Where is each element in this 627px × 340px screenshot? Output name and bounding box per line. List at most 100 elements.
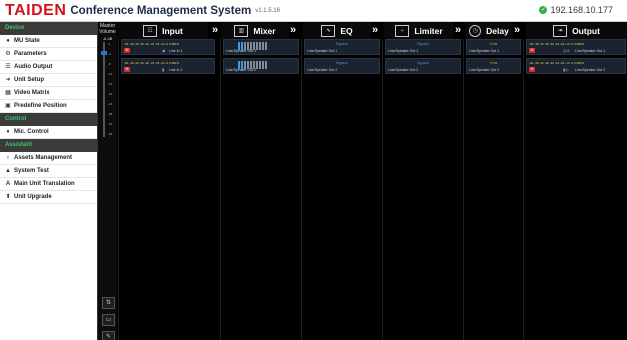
mixer-card[interactable]: Line/Speaker Out 1 bbox=[223, 39, 299, 55]
info-icon: ● bbox=[6, 38, 10, 44]
column-header-input: ☷ Input bbox=[118, 22, 208, 39]
mute-button[interactable]: M bbox=[124, 67, 130, 72]
channel-knob-icon: ◉ bbox=[162, 48, 166, 53]
app-title: Conference Management System bbox=[70, 4, 252, 17]
sidebar-item-unit-upgrade[interactable]: ⬆ Unit Upgrade bbox=[0, 191, 97, 204]
eq-output-label: Line/Speaker Out 2 bbox=[307, 68, 338, 72]
sidebar-item-mu-state[interactable]: ● MU State bbox=[0, 35, 97, 48]
channel-fader-icon: ▮ bbox=[162, 67, 165, 72]
mute-button[interactable]: M bbox=[529, 48, 535, 53]
channel-knob-icon: ▮◎ bbox=[563, 67, 569, 72]
microphone-icon: ♦ bbox=[6, 129, 10, 135]
input-column: -54 -48 -42 -36 -30 -24 -18 -12 -6 0 dBF… bbox=[118, 39, 216, 340]
taiden-logo: TAIDEN bbox=[5, 1, 67, 19]
mute-button[interactable]: M bbox=[529, 67, 535, 72]
column-header-eq: ∿ EQ bbox=[303, 22, 371, 39]
arrow-icon: ➜ bbox=[5, 77, 11, 83]
mixer-column: Line/Speaker Out 1 Line/Speaker Out 2 bbox=[220, 39, 300, 340]
title-bar: TAIDEN Conference Management System v1.1… bbox=[0, 0, 627, 22]
level-meter: -54 -48 -42 -36 -30 -24 -18 -12 -6 0 dBF… bbox=[529, 61, 584, 65]
connection-status: ✓ 192.168.10.177 bbox=[539, 5, 613, 15]
input-channel-card[interactable]: -54 -48 -42 -36 -30 -24 -18 -12 -6 0 dBF… bbox=[121, 58, 215, 74]
mixer-output-label: Line/Speaker Out 1 bbox=[226, 49, 257, 53]
limiter-output-label: Line/Speaker Out 2 bbox=[388, 68, 419, 72]
delay-column: 0 ms Line/Speaker Out 1 0 ms Line/Speake… bbox=[463, 39, 522, 340]
chevron-right-icon: » bbox=[212, 24, 219, 36]
tick-label: -12 bbox=[108, 72, 113, 76]
delay-card[interactable]: 0 ms Line/Speaker Out 2 bbox=[466, 58, 521, 74]
limiter-icon: ⌐ bbox=[395, 24, 410, 37]
sidebar-item-predefine-position[interactable]: ▣ Predefine Position bbox=[0, 100, 97, 113]
output-channel-card[interactable]: -54 -48 -42 -36 -30 -24 -18 -12 -6 0 dBF… bbox=[526, 58, 626, 74]
section-assistant: Assistant bbox=[0, 139, 97, 152]
tick-label: -16 bbox=[108, 82, 113, 86]
wrench-icon: ✎ bbox=[105, 334, 112, 340]
sidebar-item-unit-setup[interactable]: ➜ Unit Setup bbox=[0, 74, 97, 87]
section-device: Device bbox=[0, 22, 97, 35]
level-meter: -54 -48 -42 -36 -30 -24 -18 -12 -6 0 dBF… bbox=[529, 42, 584, 46]
limiter-state: Bypass bbox=[417, 42, 429, 46]
tick-label: -32 bbox=[108, 122, 113, 126]
sidebar-item-assets-management[interactable]: ♁ Assets Management bbox=[0, 152, 97, 165]
translate-icon: A bbox=[5, 181, 11, 187]
tick-label: -4 bbox=[108, 52, 111, 56]
eq-column: Bypass Line/Speaker Out 1 Bypass Line/Sp… bbox=[301, 39, 381, 340]
sidebar-item-video-matrix[interactable]: ▦ Video Matrix bbox=[0, 87, 97, 100]
master-volume-slider[interactable]: 0 -4 -8 -12 -16 -20 -24 -28 -32 -36 bbox=[100, 42, 116, 137]
master-volume-db: -8 dB bbox=[102, 36, 113, 41]
app-version: v1.1.5.16 bbox=[255, 7, 280, 14]
ip-address: 192.168.10.177 bbox=[550, 5, 613, 15]
master-volume-label: Master Volume bbox=[99, 23, 116, 35]
master-volume-knob[interactable] bbox=[101, 51, 107, 56]
input-icon: ☷ bbox=[143, 24, 158, 37]
column-header-delay: ◷ Delay bbox=[465, 22, 513, 39]
eq-output-label: Line/Speaker Out 1 bbox=[307, 49, 338, 53]
input-channel-label: Line In 1 bbox=[169, 49, 183, 53]
eq-icon: ∿ bbox=[321, 24, 336, 37]
tick-label: -8 bbox=[108, 62, 111, 66]
clock-icon: ◷ bbox=[469, 24, 482, 37]
sliders-icon: ☰ bbox=[5, 64, 11, 70]
grid-icon: ▦ bbox=[5, 90, 11, 96]
delay-value: 0 ms bbox=[489, 42, 498, 46]
location-pin-icon: ♁ bbox=[5, 155, 11, 161]
eq-card[interactable]: Bypass Line/Speaker Out 2 bbox=[304, 58, 380, 74]
input-channel-card[interactable]: -54 -48 -42 -36 -30 -24 -18 -12 -6 0 dBF… bbox=[121, 39, 215, 55]
column-header-mixer: ▥ Mixer bbox=[221, 22, 289, 39]
delay-value: 0 ms bbox=[489, 61, 498, 65]
channel-knob-icon: ◎◎ bbox=[563, 48, 570, 53]
output-channel-card[interactable]: -54 -48 -42 -36 -30 -24 -18 -12 -6 0 dBF… bbox=[526, 39, 626, 55]
delay-card[interactable]: 0 ms Line/Speaker Out 1 bbox=[466, 39, 521, 55]
output-column: -54 -48 -42 -36 -30 -24 -18 -12 -6 0 dBF… bbox=[523, 39, 627, 340]
sidebar-item-audio-output[interactable]: ☰ Audio Output bbox=[0, 61, 97, 74]
tick-label: -36 bbox=[108, 132, 113, 136]
upload-icon: ⬆ bbox=[5, 194, 11, 200]
limiter-output-label: Line/Speaker Out 1 bbox=[388, 49, 419, 53]
mixer-card[interactable]: Line/Speaker Out 2 bbox=[223, 58, 299, 74]
eq-card[interactable]: Bypass Line/Speaker Out 1 bbox=[304, 39, 380, 55]
chevron-right-icon: » bbox=[372, 24, 379, 36]
tick-label: -24 bbox=[108, 102, 113, 106]
test-icon: ▲ bbox=[5, 168, 11, 174]
import-button[interactable]: ⇅ bbox=[102, 297, 115, 309]
column-header-limiter: ⌐ Limiter bbox=[384, 22, 454, 39]
sidebar-item-mic-control[interactable]: ♦ Mic. Control bbox=[0, 126, 97, 139]
sidebar-item-main-unit-translation[interactable]: A Main Unit Translation bbox=[0, 178, 97, 191]
sidebar-item-parameters[interactable]: ⚙ Parameters bbox=[0, 48, 97, 61]
sidebar-item-system-test[interactable]: ▲ System Test bbox=[0, 165, 97, 178]
limiter-card[interactable]: Bypass Line/Speaker Out 2 bbox=[385, 58, 461, 74]
mute-button[interactable]: M bbox=[124, 48, 130, 53]
chevron-right-icon: » bbox=[455, 24, 462, 36]
limiter-state: Bypass bbox=[417, 61, 429, 65]
settings-button[interactable]: ✎ bbox=[102, 331, 115, 340]
master-volume-panel: Master Volume -8 dB 0 -4 -8 -12 -16 -20 … bbox=[97, 22, 117, 340]
chevron-right-icon: » bbox=[514, 24, 521, 36]
output-channel-label: Line/Speaker Out 1 bbox=[575, 49, 606, 53]
limiter-card[interactable]: Bypass Line/Speaker Out 1 bbox=[385, 39, 461, 55]
export-button[interactable]: ▭ bbox=[102, 314, 115, 326]
mixer-output-label: Line/Speaker Out 2 bbox=[226, 68, 257, 72]
output-channel-label: Line/Speaker Out 2 bbox=[575, 68, 606, 72]
export-icon: ▭ bbox=[105, 317, 112, 323]
gears-icon: ⚙ bbox=[5, 51, 11, 57]
master-volume-track bbox=[103, 42, 105, 137]
